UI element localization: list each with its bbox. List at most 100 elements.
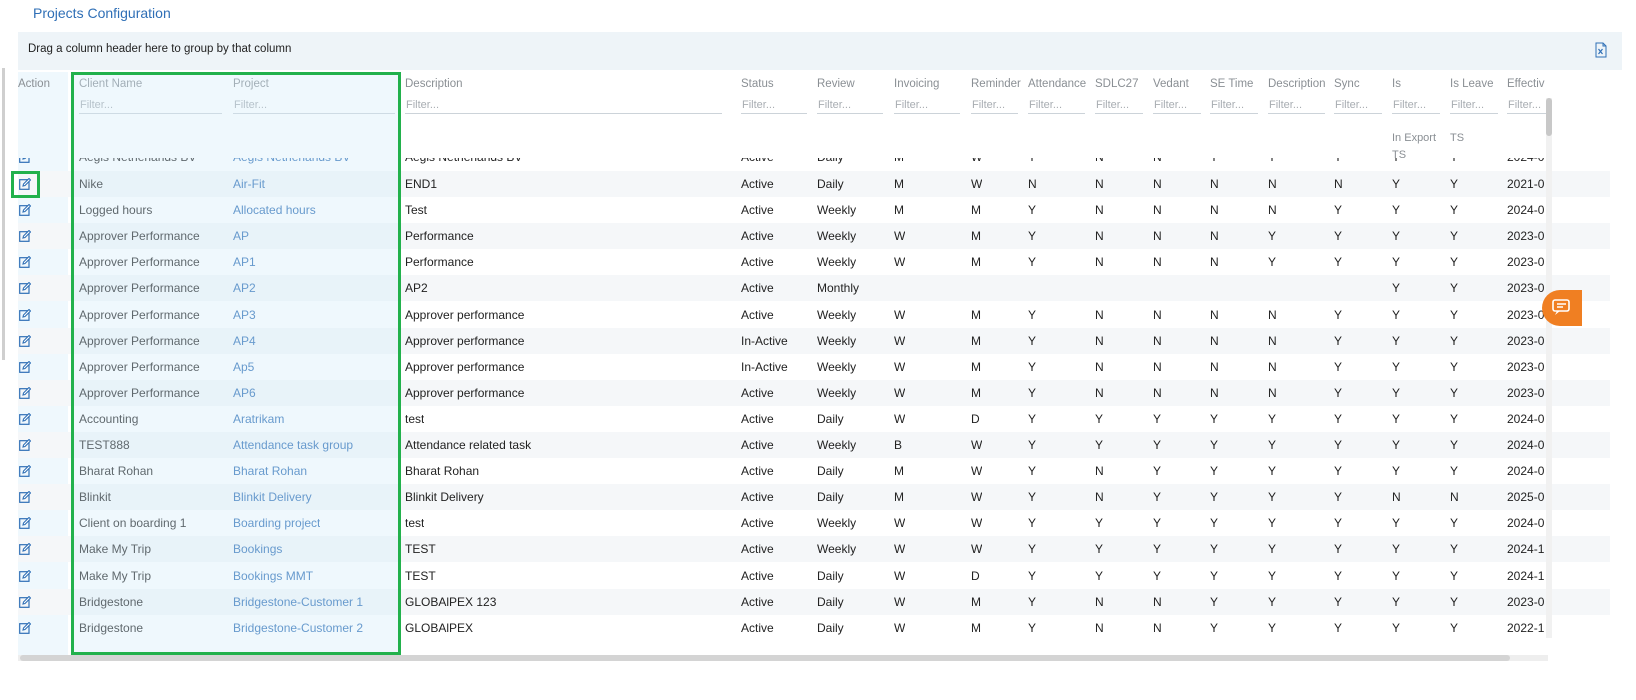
table-cell: 2021-0	[1507, 177, 1545, 191]
column-filter-input[interactable]	[971, 96, 1018, 114]
column-header[interactable]: Sync	[1334, 78, 1360, 90]
edit-icon[interactable]	[19, 543, 31, 556]
column-filter-input[interactable]	[1028, 96, 1085, 114]
project-link[interactable]: Bharat Rohan	[233, 458, 307, 484]
excel-export-icon[interactable]	[1594, 42, 1608, 58]
column-header[interactable]: Is	[1392, 78, 1401, 90]
project-link[interactable]: Bookings MMT	[233, 563, 313, 589]
project-link[interactable]: Bridgestone-Customer 1	[233, 589, 363, 615]
edit-icon[interactable]	[19, 595, 31, 608]
table-row[interactable]: Bridgestone Bridgestone-Customer 1 GLOBAlP…	[18, 588, 1610, 615]
project-link[interactable]: Allocated hours	[233, 197, 316, 223]
edit-icon[interactable]	[19, 621, 31, 634]
project-link[interactable]: Ap5	[233, 354, 254, 380]
project-link[interactable]: Bookings	[233, 536, 282, 562]
column-header[interactable]: Vedant	[1153, 78, 1189, 90]
edit-icon[interactable]	[19, 491, 31, 504]
edit-icon[interactable]	[19, 360, 31, 373]
column-filter-input[interactable]	[894, 96, 960, 114]
group-by-drop-area[interactable]: Drag a column header here to group by th…	[18, 32, 1622, 70]
column-filter-input[interactable]	[405, 96, 722, 114]
vertical-scrollbar-track[interactable]	[1546, 98, 1552, 638]
column-header[interactable]: Action	[18, 78, 50, 90]
column-header[interactable]: Effectiv	[1507, 78, 1545, 90]
table-row[interactable]: Approver Performance AP2 AP2 Active Monthly Y…	[18, 275, 1610, 302]
column-header[interactable]: Is Leave	[1450, 78, 1493, 90]
project-link[interactable]: Bridgestone-Customer 2	[233, 615, 363, 641]
column-header[interactable]: Reminder	[971, 78, 1021, 90]
table-row[interactable]: Make My Trip Bookings TEST Active Weekly W W Y Y…	[18, 536, 1610, 563]
table-cell: N	[1095, 333, 1104, 348]
edit-icon[interactable]	[19, 158, 31, 163]
edit-icon[interactable]	[19, 569, 31, 582]
table-row[interactable]: Approver Performance Ap5 Approver performa…	[18, 354, 1610, 380]
column-filter-input[interactable]	[79, 96, 222, 114]
column-header[interactable]: Attendance	[1028, 78, 1086, 90]
table-row[interactable]: Accounting Aratrikam test Active Daily W D Y Y Y Y…	[18, 406, 1610, 432]
table-row[interactable]: Client on boarding 1 Boarding project test…	[18, 510, 1610, 536]
edit-icon[interactable]	[19, 230, 31, 243]
table-cell: Bharat Rohan	[405, 464, 480, 479]
column-filter-input[interactable]	[1507, 96, 1547, 114]
table-row[interactable]: Approver Performance AP1 Performance Active…	[18, 249, 1610, 275]
chat-widget-button[interactable]	[1542, 290, 1582, 326]
table-row[interactable]: Approver Performance AP Performance Active W…	[18, 223, 1610, 250]
table-row[interactable]: Aegis Netherlands BV Aegis Netherlands BV…	[18, 158, 1610, 171]
edit-icon[interactable]	[19, 308, 31, 321]
edit-icon[interactable]	[19, 282, 31, 295]
column-header[interactable]: Description	[1268, 78, 1326, 90]
project-link[interactable]: AP	[233, 223, 249, 249]
edit-icon[interactable]	[19, 412, 31, 425]
project-link[interactable]: Aegis Netherlands BV	[233, 158, 350, 170]
edit-icon[interactable]	[19, 204, 31, 216]
edit-icon[interactable]	[19, 178, 31, 190]
column-filter-input[interactable]	[817, 96, 883, 114]
project-link[interactable]: Aratrikam	[233, 406, 284, 432]
table-row[interactable]: Approver Performance AP6 Approver performa…	[18, 379, 1610, 406]
project-link[interactable]: Boarding project	[233, 510, 320, 536]
table-row[interactable]: Bharat Rohan Bharat Rohan Bharat Rohan Acti…	[18, 458, 1610, 484]
edit-icon[interactable]	[19, 517, 31, 530]
column-header[interactable]: SDLC27	[1095, 78, 1138, 90]
column-filter-input[interactable]	[1392, 96, 1440, 114]
edit-icon[interactable]	[19, 334, 31, 347]
edit-icon[interactable]	[19, 465, 31, 477]
table-row[interactable]: Bridgestone Bridgestone-Customer 2 GLOBAlP…	[18, 615, 1610, 641]
table-row[interactable]: Approver Performance AP3 Approver performa…	[18, 302, 1610, 328]
column-header[interactable]: Description	[405, 78, 463, 90]
column-filter-input[interactable]	[233, 96, 395, 114]
column-header[interactable]: Review	[817, 78, 855, 90]
column-filter-input[interactable]	[1153, 96, 1201, 114]
table-row[interactable]: Approver Performance AP4 Approver performa…	[18, 327, 1610, 354]
project-link[interactable]: AP1	[233, 249, 256, 275]
vertical-scrollbar-thumb[interactable]	[1546, 98, 1552, 136]
column-filter-input[interactable]	[1210, 96, 1258, 114]
table-cell: Y	[1095, 516, 1104, 531]
project-link[interactable]: AP6	[233, 380, 256, 406]
column-header[interactable]: Project	[233, 78, 269, 90]
project-link[interactable]: Attendance task group	[233, 432, 353, 458]
column-header[interactable]: Invoicing	[894, 78, 939, 90]
project-link[interactable]: Blinkit Delivery	[233, 484, 312, 510]
column-filter-input[interactable]	[741, 96, 807, 114]
table-row[interactable]: TEST888 Attendance task group Attendance r…	[18, 432, 1610, 458]
column-filter-input[interactable]	[1095, 96, 1143, 114]
table-row[interactable]: Logged hours Allocated hours Test Active Wee…	[18, 197, 1610, 223]
column-header[interactable]: Client Name	[79, 78, 142, 90]
edit-icon[interactable]	[19, 256, 31, 269]
edit-icon[interactable]	[19, 439, 31, 451]
column-filter-input[interactable]	[1268, 96, 1325, 114]
project-link[interactable]: AP4	[233, 328, 256, 354]
project-link[interactable]: AP3	[233, 302, 256, 328]
table-row[interactable]: Nike Air-Fit END1 Active Daily M W N N N N N N Y Y 2021…	[18, 171, 1610, 197]
column-filter-input[interactable]	[1334, 96, 1382, 114]
project-link[interactable]: Air-Fit	[233, 171, 265, 197]
column-filter-input[interactable]	[1450, 96, 1498, 114]
table-row[interactable]: Make My Trip Bookings MMT TEST Active Daily W…	[18, 563, 1610, 589]
edit-icon[interactable]	[19, 386, 31, 399]
horizontal-scrollbar-thumb[interactable]	[20, 655, 1510, 661]
column-header[interactable]: Status	[741, 78, 774, 90]
project-link[interactable]: AP2	[233, 275, 256, 301]
column-header[interactable]: SE Time	[1210, 78, 1253, 90]
table-row[interactable]: Blinkit Blinkit Delivery Blinkit Delivery A…	[18, 484, 1610, 511]
